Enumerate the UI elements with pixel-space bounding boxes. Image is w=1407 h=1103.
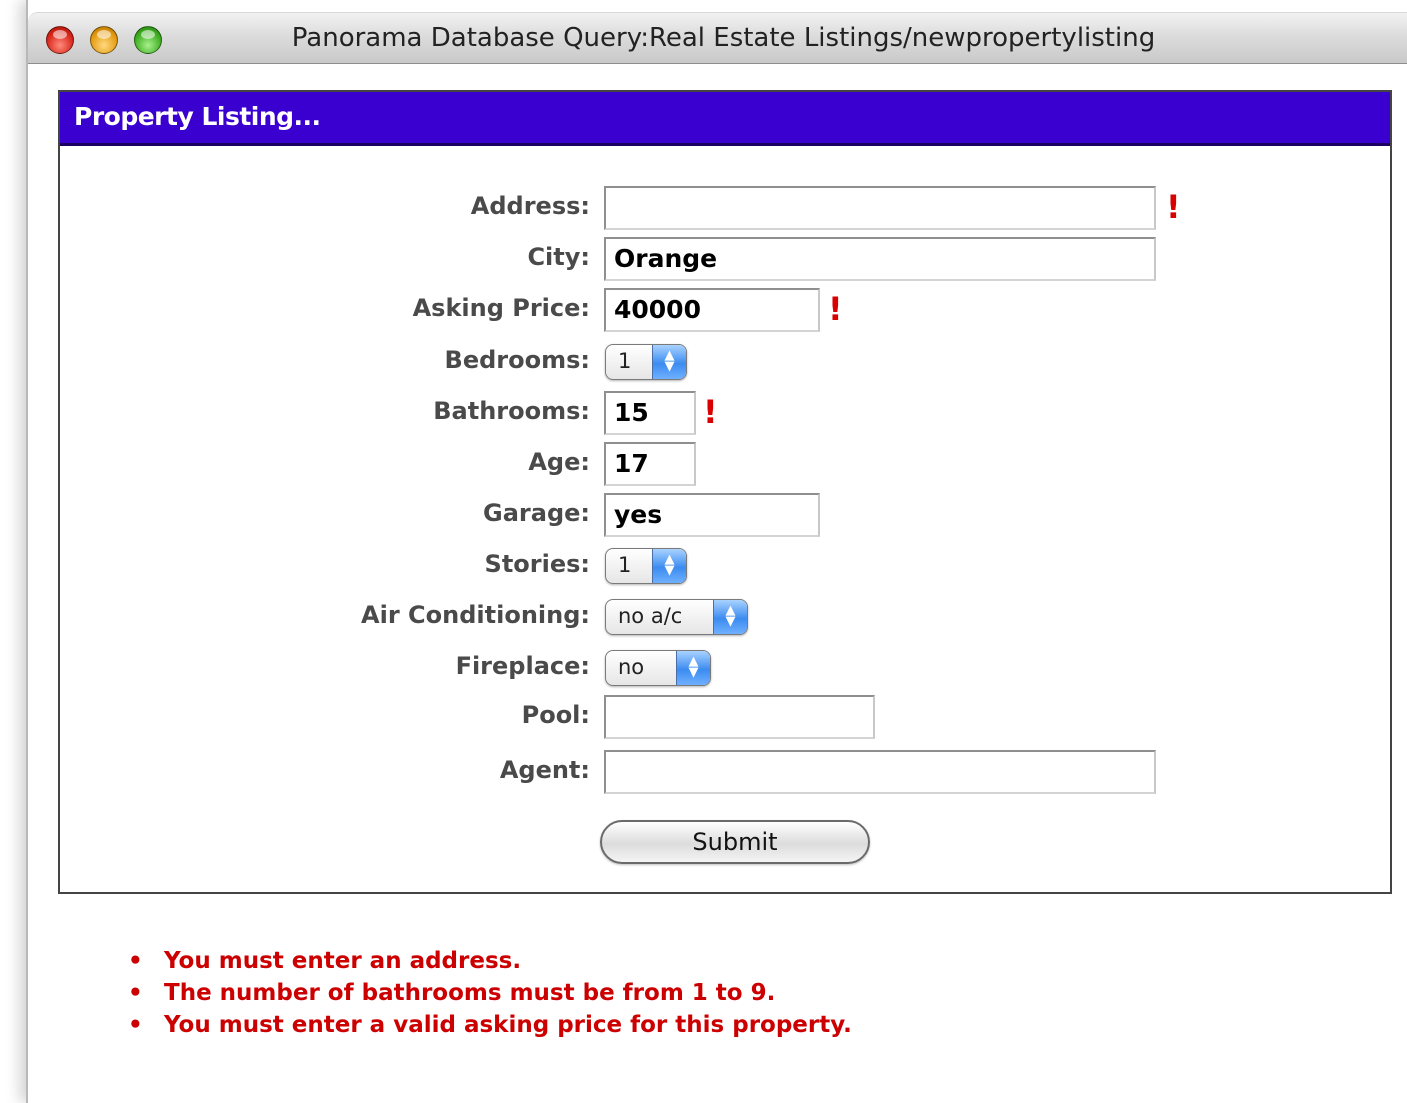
stories-row: Stories: 1 ▲ ▼ [60, 544, 1390, 590]
age-label: Age: [528, 448, 590, 476]
garage-row: Garage: yes [60, 493, 1390, 539]
stories-label: Stories: [484, 550, 590, 578]
select-arrows-icon: ▲ ▼ [713, 600, 747, 634]
agent-label: Agent: [499, 756, 590, 784]
bathrooms-input[interactable]: 15 [604, 391, 696, 435]
pool-row: Pool: [60, 695, 1390, 741]
fireplace-selected-value: no [618, 655, 645, 679]
fireplace-select[interactable]: no ▲ ▼ [605, 650, 711, 686]
property-listing-panel: Property Listing... Address: ! City: Ora… [58, 90, 1392, 894]
city-row: City: Orange [60, 237, 1390, 283]
select-arrows-icon: ▲ ▼ [676, 651, 710, 685]
address-input[interactable] [604, 186, 1156, 230]
bedrooms-selected-value: 1 [618, 349, 632, 373]
error-list: You must enter an address. The number of… [128, 945, 852, 1041]
stories-select[interactable]: 1 ▲ ▼ [605, 548, 687, 584]
agent-input[interactable] [604, 750, 1156, 794]
bedrooms-select[interactable]: 1 ▲ ▼ [605, 344, 687, 380]
bathrooms-error-icon: ! [703, 393, 718, 431]
air-conditioning-selected-value: no a/c [618, 604, 683, 628]
age-input[interactable]: 17 [604, 442, 696, 486]
fireplace-row: Fireplace: no ▲ ▼ [60, 646, 1390, 692]
panel-header: Property Listing... [60, 92, 1390, 146]
address-label: Address: [470, 192, 590, 220]
bathrooms-row: Bathrooms: 15 ! [60, 391, 1390, 437]
bathrooms-label: Bathrooms: [433, 397, 590, 425]
fireplace-label: Fireplace: [455, 652, 590, 680]
pool-label: Pool: [521, 701, 590, 729]
select-arrows-icon: ▲ ▼ [652, 345, 686, 379]
window-title: Panorama Database Query:Real Estate List… [291, 23, 1156, 53]
asking-price-error-icon: ! [828, 290, 843, 328]
pool-input[interactable] [604, 695, 875, 739]
address-row: Address: ! [60, 186, 1390, 232]
title-bar[interactable]: Panorama Database Query:Real Estate List… [28, 12, 1407, 64]
select-arrows-icon: ▲ ▼ [652, 549, 686, 583]
stories-selected-value: 1 [618, 553, 632, 577]
browser-window: Panorama Database Query:Real Estate List… [26, 0, 1407, 1103]
error-message: The number of bathrooms must be from 1 t… [128, 977, 852, 1009]
air-conditioning-select[interactable]: no a/c ▲ ▼ [605, 599, 748, 635]
city-label: City: [527, 243, 590, 271]
error-message: You must enter an address. [128, 945, 852, 977]
air-conditioning-row: Air Conditioning: no a/c ▲ ▼ [60, 595, 1390, 641]
address-error-icon: ! [1166, 188, 1181, 226]
submit-button[interactable]: Submit [600, 820, 870, 864]
city-input[interactable]: Orange [604, 237, 1156, 281]
bedrooms-label: Bedrooms: [444, 346, 590, 374]
asking-price-input[interactable]: 40000 [604, 288, 820, 332]
asking-price-label: Asking Price: [412, 294, 590, 322]
panel-title: Property Listing... [74, 102, 321, 131]
error-message: You must enter a valid asking price for … [128, 1009, 852, 1041]
garage-input[interactable]: yes [604, 493, 820, 537]
bedrooms-row: Bedrooms: 1 ▲ ▼ [60, 340, 1390, 386]
agent-row: Agent: [60, 750, 1390, 796]
air-conditioning-label: Air Conditioning: [361, 601, 590, 629]
garage-label: Garage: [483, 499, 590, 527]
age-row: Age: 17 [60, 442, 1390, 488]
asking-price-row: Asking Price: 40000 ! [60, 288, 1390, 334]
